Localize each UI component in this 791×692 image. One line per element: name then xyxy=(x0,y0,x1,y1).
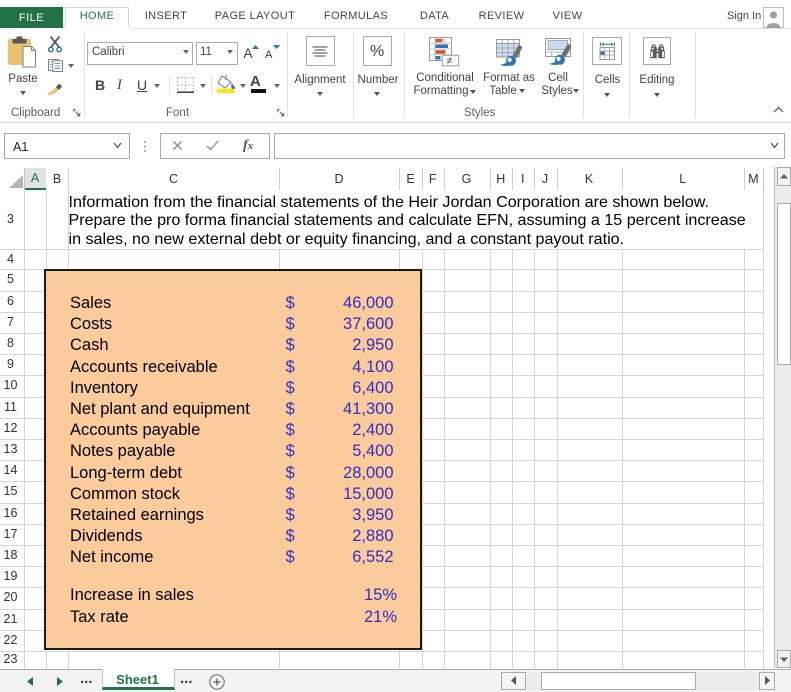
svg-text:≠: ≠ xyxy=(447,55,453,67)
